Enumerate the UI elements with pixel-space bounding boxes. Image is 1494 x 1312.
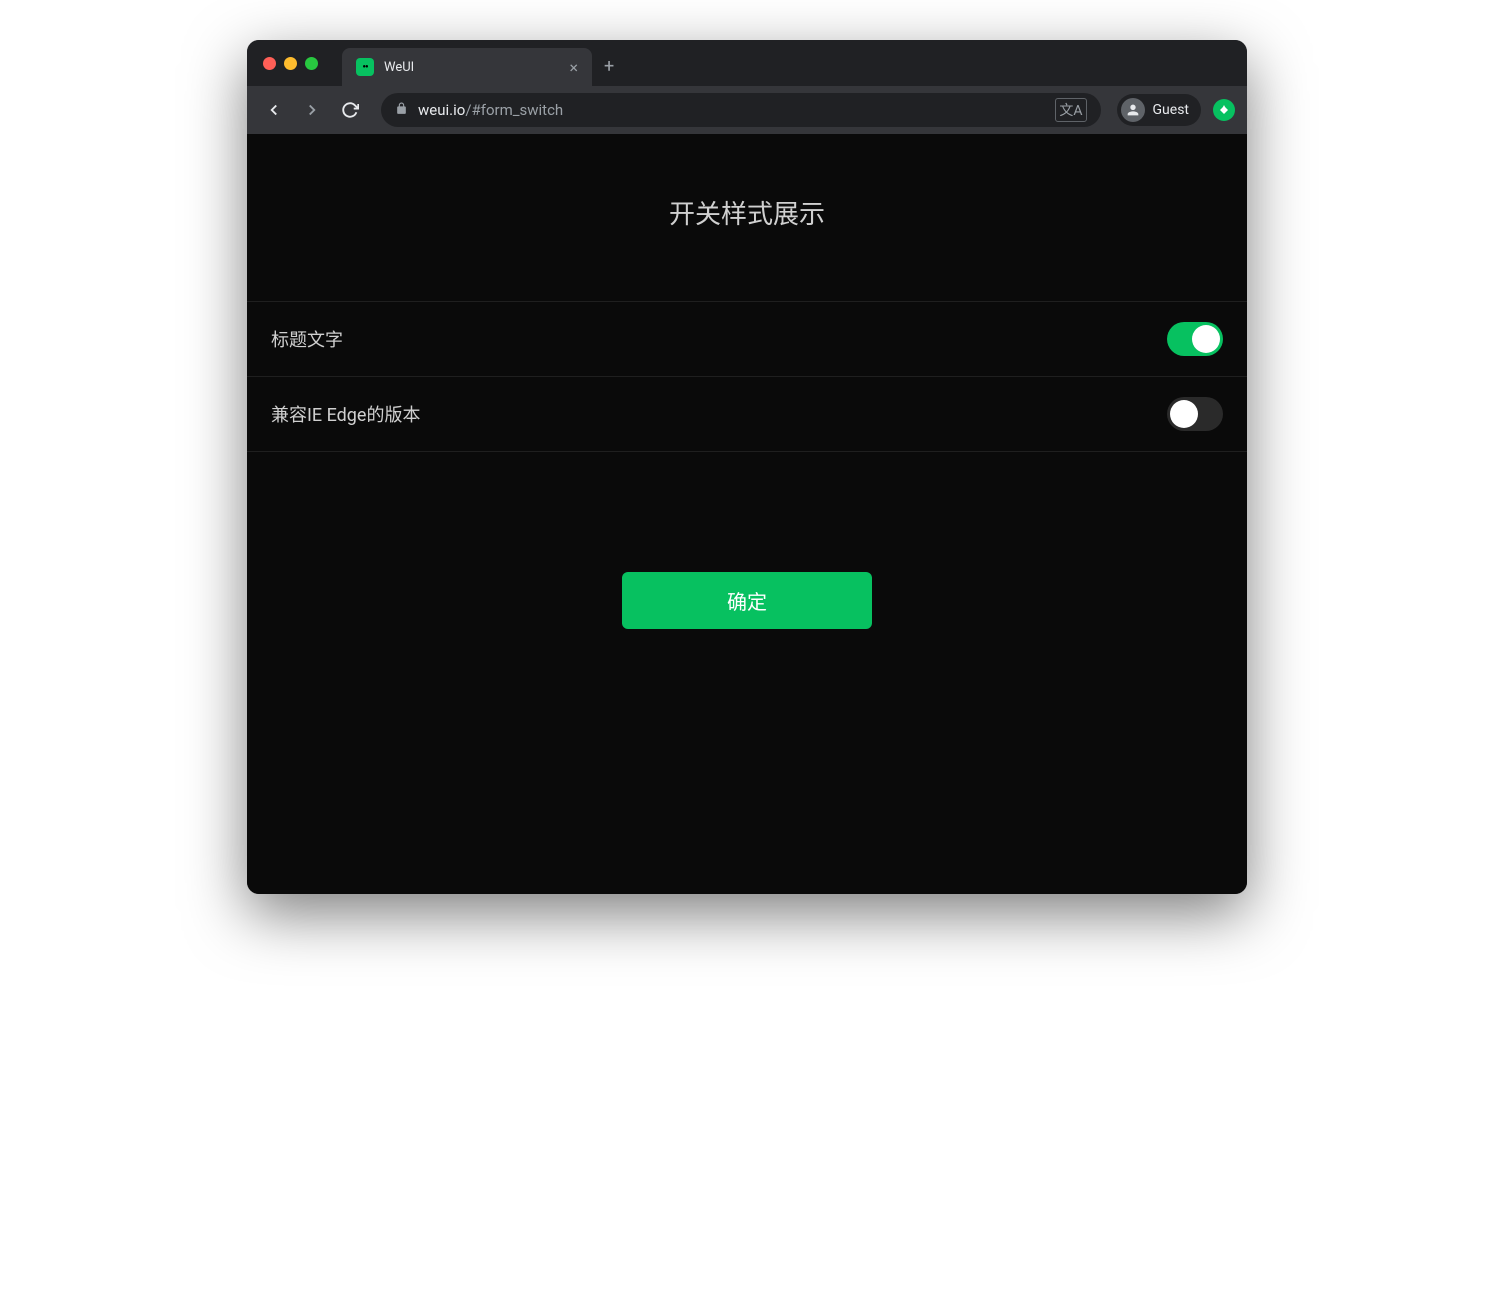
form-label: 兼容IE Edge的版本 <box>271 401 420 427</box>
close-tab-button[interactable]: × <box>569 58 578 77</box>
form-list: 标题文字 兼容IE Edge的版本 <box>247 301 1247 452</box>
traffic-lights <box>263 57 318 70</box>
back-button[interactable] <box>259 95 289 125</box>
titlebar: WeUI × + <box>247 40 1247 86</box>
form-row-ie-edge: 兼容IE Edge的版本 <box>247 377 1247 452</box>
switch-title-text[interactable] <box>1167 322 1223 356</box>
new-tab-button[interactable]: + <box>604 56 614 77</box>
button-area: 确定 <box>247 452 1247 669</box>
tab-title: WeUI <box>384 60 559 75</box>
profile-button[interactable]: Guest <box>1117 94 1201 126</box>
translate-icon[interactable]: 文A <box>1055 98 1086 122</box>
lock-icon <box>395 102 408 118</box>
window-maximize-button[interactable] <box>305 57 318 70</box>
window-minimize-button[interactable] <box>284 57 297 70</box>
profile-label: Guest <box>1153 102 1189 118</box>
extension-icon[interactable] <box>1213 99 1235 121</box>
switch-knob <box>1192 325 1220 353</box>
form-label: 标题文字 <box>271 326 343 352</box>
switch-ie-edge[interactable] <box>1167 397 1223 431</box>
url-path: /#form_switch <box>465 101 563 119</box>
avatar-icon <box>1121 98 1145 122</box>
favicon-icon <box>356 58 374 76</box>
forward-button[interactable] <box>297 95 327 125</box>
url-bar[interactable]: weui.io/#form_switch 文A <box>381 93 1101 127</box>
page-title: 开关样式展示 <box>247 134 1247 301</box>
submit-button[interactable]: 确定 <box>622 572 872 629</box>
url-text: weui.io/#form_switch <box>418 101 563 119</box>
toolbar: weui.io/#form_switch 文A Guest <box>247 86 1247 134</box>
browser-tab[interactable]: WeUI × <box>342 48 592 86</box>
window-close-button[interactable] <box>263 57 276 70</box>
url-host: weui.io <box>418 101 465 119</box>
reload-button[interactable] <box>335 95 365 125</box>
page-content: 开关样式展示 标题文字 兼容IE Edge的版本 确定 <box>247 134 1247 894</box>
browser-window: WeUI × + weui.io/#form_switch 文A <box>247 40 1247 894</box>
switch-knob <box>1170 400 1198 428</box>
form-row-title-text: 标题文字 <box>247 302 1247 377</box>
